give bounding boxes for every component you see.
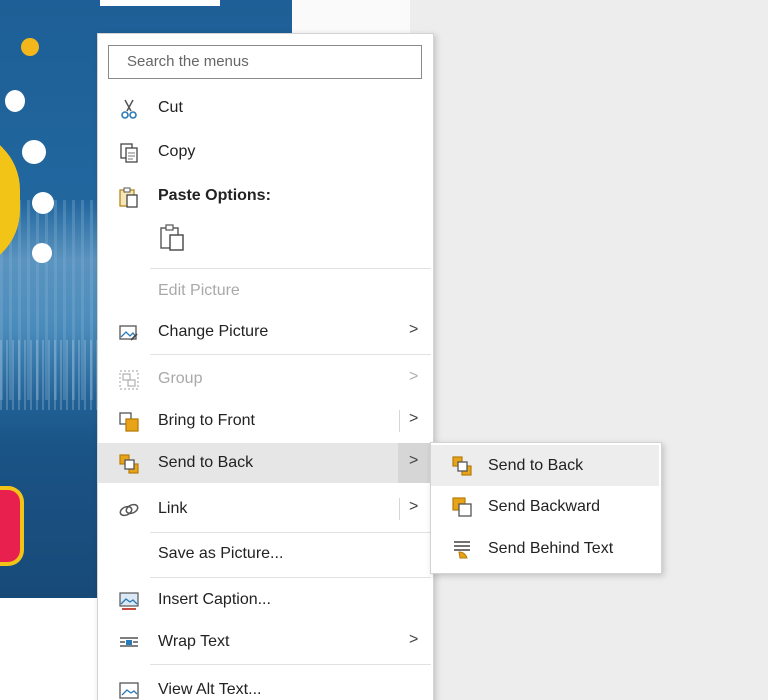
search-menus-input[interactable]: Search the menus bbox=[108, 45, 422, 79]
yellow-dot bbox=[21, 38, 39, 56]
send-behind-text-icon bbox=[451, 538, 473, 560]
document-canvas: Search the menus Cut Copy Paste Options: bbox=[0, 0, 768, 700]
submenu-arrow-icon[interactable]: > bbox=[409, 498, 418, 516]
split-divider bbox=[399, 498, 400, 520]
menu-separator bbox=[150, 532, 431, 533]
menu-item-link[interactable]: Link > bbox=[98, 489, 431, 529]
paste-icon bbox=[118, 186, 140, 208]
submenu-item-label: Send Behind Text bbox=[488, 540, 614, 557]
menu-item-send-to-back[interactable]: Send to Back > bbox=[98, 443, 431, 483]
submenu-item-send-backward[interactable]: Send Backward bbox=[431, 486, 659, 527]
submenu-item-send-to-back[interactable]: Send to Back bbox=[431, 445, 659, 486]
submenu-arrow-icon: > bbox=[409, 631, 419, 648]
menu-item-label: View Alt Text... bbox=[158, 681, 262, 698]
send-to-back-icon bbox=[118, 453, 140, 475]
menu-item-label: Wrap Text bbox=[158, 633, 230, 650]
white-dot bbox=[32, 192, 54, 214]
insert-caption-icon bbox=[118, 590, 140, 612]
paste-options-header: Paste Options: bbox=[98, 176, 431, 216]
menu-item-label: Cut bbox=[158, 99, 183, 116]
bring-to-front-icon bbox=[118, 411, 140, 433]
menu-item-view-alt-text[interactable]: View Alt Text... bbox=[98, 670, 431, 700]
menu-item-label: Send to Back bbox=[158, 454, 254, 471]
send-backward-icon bbox=[451, 496, 473, 518]
white-dot bbox=[32, 243, 52, 263]
send-to-back-submenu: Send to Back Send Backward Send Behind T… bbox=[430, 442, 662, 574]
menu-item-label: Change Picture bbox=[158, 323, 269, 340]
change-picture-icon bbox=[118, 322, 140, 344]
send-to-back-icon bbox=[451, 455, 473, 477]
paste-icon bbox=[160, 224, 184, 251]
menu-item-group: Group > bbox=[98, 359, 431, 399]
link-icon bbox=[118, 499, 140, 521]
menu-item-label: Copy bbox=[158, 143, 196, 160]
menu-item-cut[interactable]: Cut bbox=[98, 88, 431, 128]
submenu-item-send-behind-text[interactable]: Send Behind Text bbox=[431, 528, 659, 569]
split-divider bbox=[399, 410, 400, 432]
picture-top-edge bbox=[100, 0, 220, 6]
alt-text-icon bbox=[118, 680, 140, 700]
copy-icon bbox=[118, 142, 140, 164]
menu-separator bbox=[150, 354, 431, 355]
menu-separator bbox=[150, 664, 431, 665]
submenu-arrow-icon[interactable]: > bbox=[409, 410, 418, 428]
wrap-text-icon bbox=[118, 632, 140, 654]
menu-item-save-as-picture[interactable]: Save as Picture... bbox=[98, 534, 431, 574]
red-shape bbox=[0, 486, 24, 566]
white-dot bbox=[5, 90, 25, 112]
menu-item-insert-caption[interactable]: Insert Caption... bbox=[98, 580, 431, 620]
menu-item-label: Group bbox=[158, 370, 203, 387]
white-dot bbox=[22, 140, 46, 164]
submenu-arrow-icon: > bbox=[409, 368, 419, 385]
menu-item-bring-to-front[interactable]: Bring to Front > bbox=[98, 401, 431, 441]
submenu-item-label: Send Backward bbox=[488, 498, 601, 515]
submenu-arrow-icon: > bbox=[409, 452, 419, 469]
menu-item-label: Bring to Front bbox=[158, 412, 255, 429]
menu-item-label: Save as Picture... bbox=[158, 545, 284, 562]
group-icon bbox=[118, 369, 140, 391]
document-gray-area bbox=[410, 0, 768, 700]
menu-item-label: Link bbox=[158, 500, 188, 517]
submenu-arrow-icon: > bbox=[409, 321, 419, 338]
menu-item-copy[interactable]: Copy bbox=[98, 132, 431, 172]
menu-item-change-picture[interactable]: Change Picture > bbox=[98, 312, 431, 352]
scissors-icon bbox=[118, 98, 140, 120]
submenu-item-label: Send to Back bbox=[488, 457, 584, 474]
menu-item-label: Insert Caption... bbox=[158, 591, 271, 608]
menu-item-edit-picture: Edit Picture bbox=[98, 271, 431, 311]
menu-separator bbox=[150, 577, 431, 578]
context-menu: Search the menus Cut Copy Paste Options: bbox=[97, 33, 434, 700]
menu-separator bbox=[150, 268, 431, 269]
menu-item-label: Edit Picture bbox=[158, 282, 240, 299]
menu-item-wrap-text[interactable]: Wrap Text > bbox=[98, 622, 431, 662]
paste-keep-source-button[interactable] bbox=[158, 222, 188, 252]
menu-item-label: Paste Options: bbox=[158, 187, 271, 204]
